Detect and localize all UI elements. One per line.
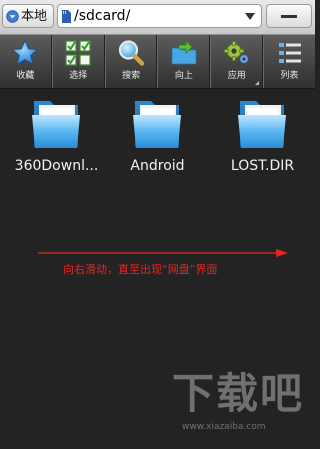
- toolbar-favorites-label: 收藏: [16, 71, 35, 81]
- chevron-down-icon: [245, 13, 255, 20]
- file-name: LOST.DIR: [230, 158, 295, 174]
- folder-icon: [238, 101, 286, 148]
- watermark-url: www.xiazaiba.com: [182, 422, 266, 432]
- list-view-icon: [278, 43, 301, 63]
- swipe-right-arrow-icon: [38, 249, 288, 257]
- toolbar-favorites-button[interactable]: 收藏: [0, 35, 52, 88]
- minus-icon: [281, 15, 297, 18]
- toolbar-apps-button[interactable]: 应用: [210, 35, 264, 88]
- swipe-hint: 向右滑动，直至出现“网盘”界面: [63, 263, 218, 276]
- folder-icon: [32, 101, 80, 148]
- toolbar-list-label: 列表: [280, 71, 299, 81]
- sdcard-icon: [62, 10, 71, 23]
- file-item[interactable]: LOST.DIR: [210, 95, 315, 185]
- toolbar-up-label: 向上: [174, 71, 193, 81]
- toolbar-up-button[interactable]: 向上: [157, 35, 211, 88]
- corner-indicator-icon: [255, 81, 260, 85]
- magnifier-icon: [118, 40, 145, 66]
- star-icon: [11, 39, 40, 66]
- location-label: 本地: [21, 8, 48, 24]
- folder-up-icon: [171, 40, 197, 65]
- checkbox-grid-icon: [65, 40, 91, 66]
- current-path: /sdcard/: [74, 8, 131, 24]
- watermark: 下载吧 www.xiazaiba.com: [160, 370, 310, 442]
- location-button[interactable]: 本地: [2, 4, 54, 28]
- menu-button[interactable]: [266, 4, 312, 28]
- gears-icon: [223, 41, 249, 64]
- watermark-logo: 下载吧: [172, 369, 305, 418]
- toolbar-search-button[interactable]: 搜索: [104, 35, 158, 88]
- toolbar-list-button[interactable]: 列表: [263, 35, 315, 88]
- top-bar: 本地 /sdcard/: [0, 0, 315, 35]
- file-item[interactable]: Android: [105, 95, 210, 185]
- toolbar-search-label: 搜索: [122, 71, 141, 81]
- file-name: Android: [130, 158, 185, 174]
- folder-icon: [133, 101, 181, 148]
- toolbar: 收藏 选择 搜索 向上 应用 列表: [0, 35, 315, 89]
- file-name: 360Downl...: [14, 158, 99, 174]
- toolbar-select-label: 选择: [69, 71, 88, 81]
- path-dropdown[interactable]: /sdcard/: [57, 4, 262, 28]
- toolbar-select-button[interactable]: 选择: [51, 35, 105, 88]
- location-icon: [6, 9, 19, 23]
- file-item[interactable]: 360Downl...: [4, 95, 109, 185]
